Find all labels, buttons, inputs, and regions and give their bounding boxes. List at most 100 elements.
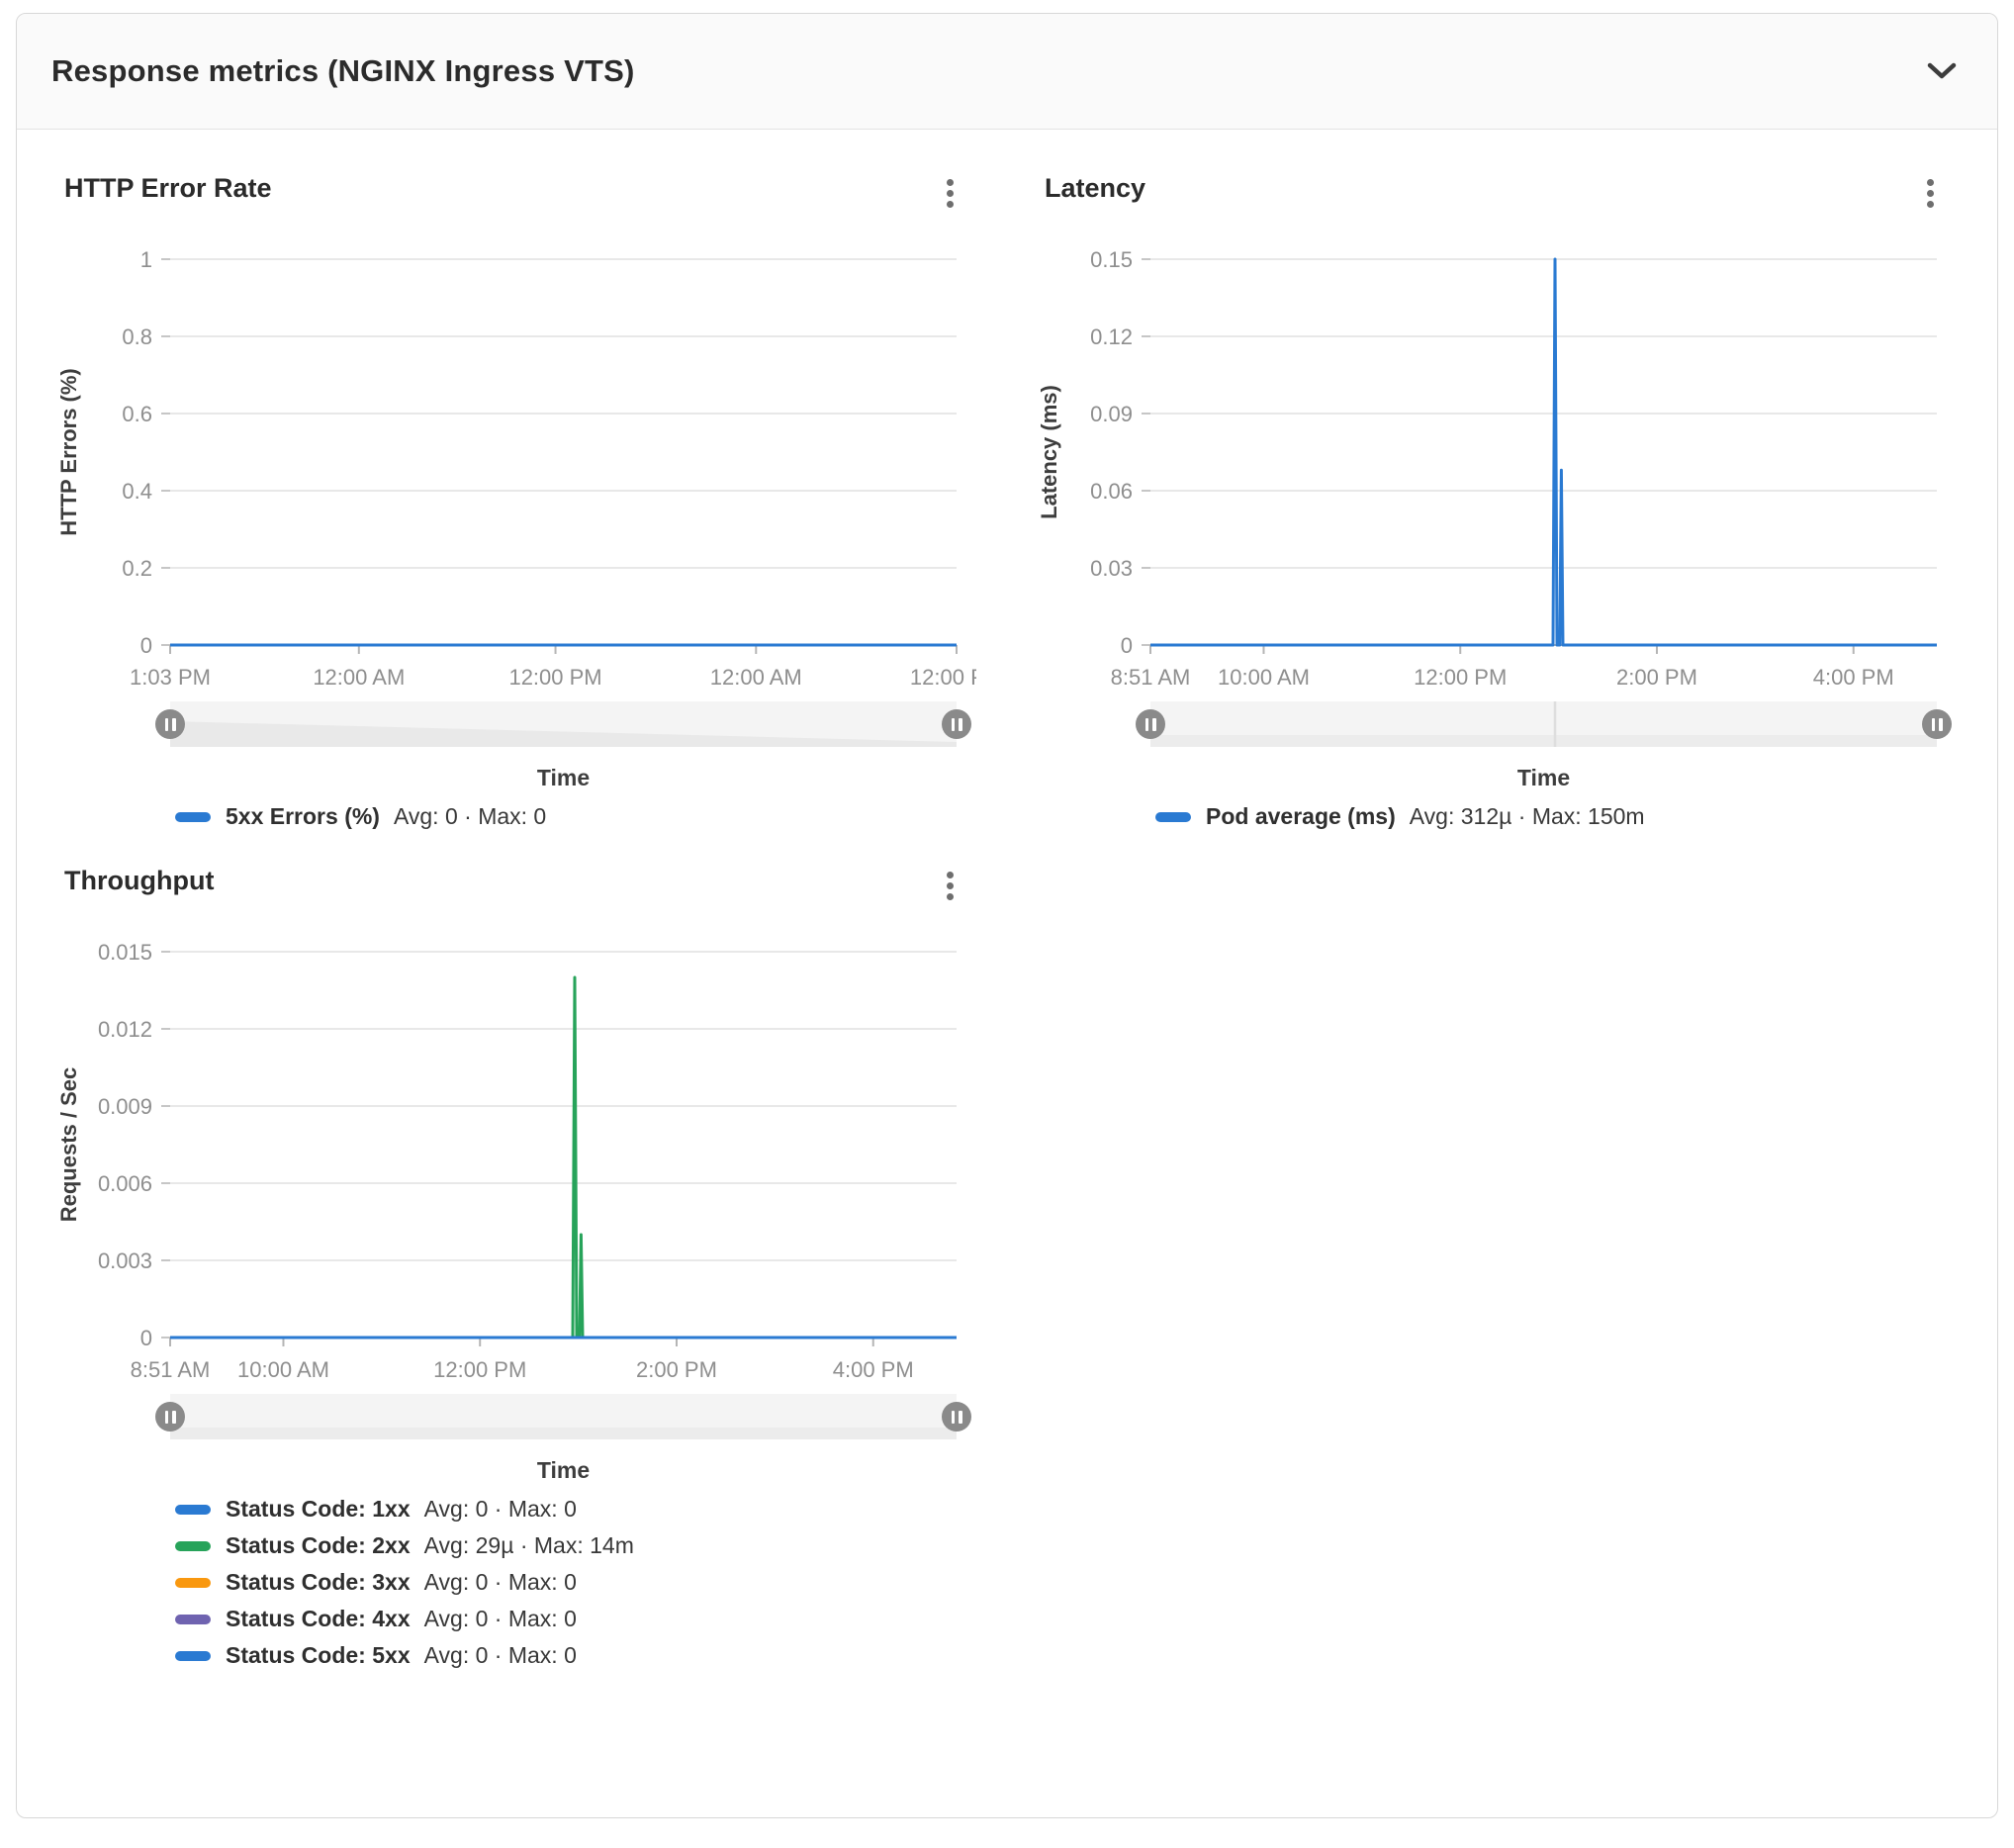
brush-preview [170,701,957,747]
legend-swatch [175,1615,211,1624]
chart-legend: 5xx Errors (%) Avg: 0 · Max: 0 [175,803,987,830]
x-tick-label: 4:00 PM [1813,665,1894,690]
brush-handle-left[interactable] [1136,709,1165,739]
x-tick-label: 12:00 AM [710,665,802,690]
y-tick-label: 0.003 [98,1248,152,1273]
legend-label: Status Code: 3xx [226,1569,411,1596]
y-tick-label: 0.6 [122,402,152,426]
panel-header[interactable]: Response metrics (NGINX Ingress VTS) [17,14,1997,130]
x-tick-label: 8:51 AM [1111,665,1191,690]
throughput-plot[interactable]: 0 0.003 0.006 0.009 0.012 0.015 8:51 AM 10:00 A… [46,917,976,1382]
chart-header: Throughput [46,866,987,917]
kebab-menu-icon[interactable] [941,868,960,904]
y-tick-label: 0 [140,1326,152,1350]
y-tick-label: 0.015 [98,940,152,965]
x-tick-label: 2:00 PM [1616,665,1697,690]
legend-swatch [175,1578,211,1588]
legend-swatch [175,1541,211,1551]
legend-item: Status Code: 1xx Avg: 0 · Max: 0 [175,1496,987,1523]
brush-preview [1150,701,1937,747]
legend-label: 5xx Errors (%) [226,803,380,830]
brush-preview [170,1394,957,1439]
y-tick-label: 0 [1121,633,1133,658]
panel-title: Response metrics (NGINX Ingress VTS) [51,53,634,89]
series-line [170,977,957,1338]
y-tick-label: 0.2 [122,556,152,581]
y-tick-label: 0.009 [98,1094,152,1119]
x-axis-title: Time [1150,765,1937,791]
y-tick-label: 0.8 [122,324,152,349]
brush-handle-right[interactable] [1922,709,1952,739]
time-range-brush[interactable] [1150,701,1937,747]
legend-label: Pod average (ms) [1206,803,1396,830]
legend-swatch [175,1651,211,1661]
x-tick-label: 12:00 PM [1414,665,1507,690]
legend-stats: Avg: 0 · Max: 0 [424,1642,577,1669]
chart-title: Latency [1045,173,1145,204]
x-tick-label: 10:00 AM [237,1357,329,1382]
kebab-menu-icon[interactable] [941,175,960,212]
legend-stats: Avg: 0 · Max: 0 [394,803,546,830]
brush-handle-left[interactable] [155,1402,185,1432]
y-axis-title: Latency (ms) [1037,385,1061,519]
legend-label: Status Code: 5xx [226,1642,411,1669]
x-tick-label: 8:51 AM [131,1357,211,1382]
legend-label: Status Code: 2xx [226,1532,411,1559]
legend-stats: Avg: 0 · Max: 0 [424,1606,577,1632]
latency-plot[interactable]: 00.030.060.090.120.158:51 AM10:00 AM12:0… [1027,225,1957,690]
x-tick-label: 10:00 AM [1218,665,1310,690]
legend-item: 5xx Errors (%) Avg: 0 · Max: 0 [175,803,987,830]
y-tick-label: 0.09 [1090,402,1133,426]
y-tick-label: 0.006 [98,1171,152,1196]
series-line [1150,259,1937,645]
y-tick-label: 0.12 [1090,324,1133,349]
x-tick-label: 4:00 PM [833,1357,914,1382]
legend-item: Status Code: 3xx Avg: 0 · Max: 0 [175,1569,987,1596]
legend-stats: Avg: 29µ · Max: 14m [424,1532,634,1559]
x-tick-label: 12:00 AM [313,665,405,690]
x-tick-label: 12:00 PM [433,1357,526,1382]
legend-swatch [1155,812,1191,822]
chart-header: HTTP Error Rate [46,173,987,225]
legend-item: Status Code: 2xx Avg: 29µ · Max: 14m [175,1532,987,1559]
y-tick-label: 0.4 [122,479,152,504]
x-axis-title: Time [170,1457,957,1484]
y-tick-label: 0.15 [1090,247,1133,272]
time-range-brush[interactable] [170,1394,957,1439]
brush-handle-left[interactable] [155,709,185,739]
legend-item: Status Code: 4xx Avg: 0 · Max: 0 [175,1606,987,1632]
chart-header: Latency [1027,173,1968,225]
time-range-brush[interactable] [170,701,957,747]
chart-card-throughput: Throughput 0 0.003 0.006 0.009 0.012 0.015 8:5… [46,866,987,1669]
legend-item: Pod average (ms)Avg: 312µ · Max: 150m [1155,803,1968,830]
chart-card-http-error-rate: HTTP Error Rate 0 0.2 0.4 0.6 0.8 1 1:03 PM 12:… [46,173,987,830]
chart-title: HTTP Error Rate [64,173,272,204]
brush-handle-right[interactable] [942,1402,971,1432]
legend-stats: Avg: 0 · Max: 0 [424,1496,577,1523]
y-axis-title: Requests / Sec [56,1067,81,1223]
http-error-rate-plot[interactable]: 0 0.2 0.4 0.6 0.8 1 1:03 PM 12:00 AM 12:00 PM 12:… [46,225,976,690]
y-tick-label: 0 [140,633,152,658]
y-axis-title: HTTP Errors (%) [56,368,81,536]
legend-swatch [175,1505,211,1515]
empty-grid-cell [1027,830,1968,1669]
x-axis-title: Time [170,765,957,791]
legend-label: Status Code: 4xx [226,1606,411,1632]
chart-title: Throughput [64,866,214,896]
chart-card-latency: Latency 00.030.060.090.120.158:51 AM10:0… [1027,173,1968,830]
x-tick-label: 12:00 PM [910,665,976,690]
chart-legend: Pod average (ms)Avg: 312µ · Max: 150m [1155,803,1968,830]
x-tick-label: 2:00 PM [636,1357,717,1382]
y-tick-label: 0.06 [1090,479,1133,504]
y-tick-label: 0.012 [98,1017,152,1042]
y-tick-label: 1 [140,247,152,272]
chevron-down-icon[interactable] [1926,61,1958,81]
brush-handle-right[interactable] [942,709,971,739]
kebab-menu-icon[interactable] [1921,175,1940,212]
x-tick-label: 1:03 PM [130,665,211,690]
legend-stats: Avg: 0 · Max: 0 [424,1569,577,1596]
legend-label: Status Code: 1xx [226,1496,411,1523]
charts-grid: HTTP Error Rate 0 0.2 0.4 0.6 0.8 1 1:03 PM 12:… [17,130,1997,1669]
legend-item: Status Code: 5xx Avg: 0 · Max: 0 [175,1642,987,1669]
response-metrics-panel: Response metrics (NGINX Ingress VTS) HTT… [16,13,1998,1818]
